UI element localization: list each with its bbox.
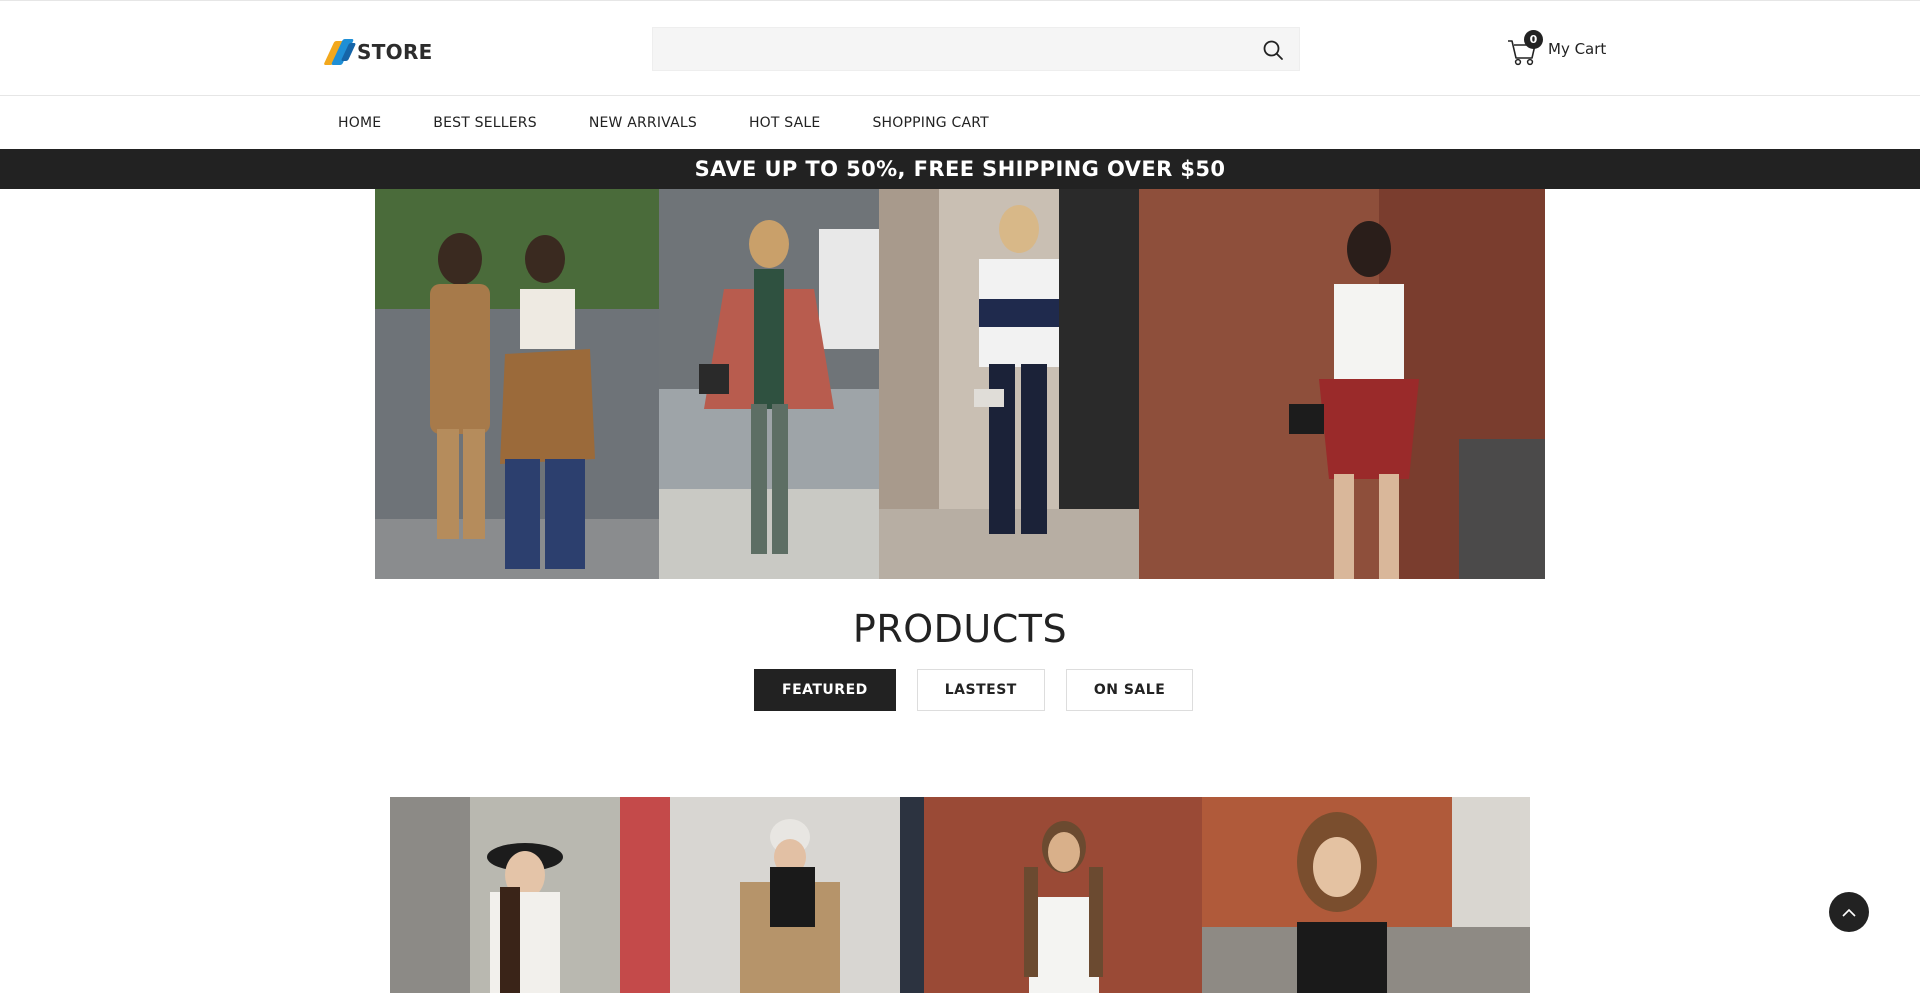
hero-photo-1 (375, 189, 659, 579)
search-input[interactable] (653, 28, 1299, 70)
product-image-3[interactable] (924, 797, 1202, 993)
tab-featured[interactable]: FEATURED (754, 669, 896, 711)
product-image-1[interactable] (390, 797, 670, 993)
product-image-4[interactable] (1202, 797, 1530, 993)
hero-photo-3 (879, 189, 1139, 579)
main-nav: HOME BEST SELLERS NEW ARRIVALS HOT SALE … (0, 96, 1920, 149)
cart-count-badge: 0 (1524, 30, 1543, 49)
hero-banner[interactable] (375, 189, 1545, 579)
store-logo[interactable]: STORE (323, 37, 433, 67)
promo-banner: SAVE UP TO 50%, FREE SHIPPING OVER $50 (0, 149, 1920, 189)
tab-on-sale[interactable]: ON SALE (1065, 669, 1194, 711)
nav-item-best-sellers[interactable]: BEST SELLERS (433, 115, 537, 131)
product-image-2[interactable] (670, 797, 924, 993)
products-title: PRODUCTS (852, 607, 1068, 651)
hero-photo-4 (1139, 189, 1545, 579)
nav-item-new-arrivals[interactable]: NEW ARRIVALS (589, 115, 697, 131)
cart-label: My Cart (1548, 40, 1607, 58)
nav-item-hot-sale[interactable]: HOT SALE (749, 115, 821, 131)
cart-button[interactable]: 0 My Cart (1506, 29, 1606, 69)
site-header: STORE 0 My Cart (0, 0, 1920, 96)
hero-photo-2 (659, 189, 879, 579)
search-bar (652, 27, 1300, 71)
logo-mark-icon (323, 39, 357, 65)
nav-item-shopping-cart[interactable]: SHOPPING CART (872, 115, 988, 131)
search-icon[interactable] (1261, 38, 1285, 62)
nav-item-home[interactable]: HOME (338, 115, 381, 131)
product-tabs: FEATURED LASTEST ON SALE (754, 669, 1214, 711)
chevron-up-icon (1842, 908, 1856, 917)
product-grid (390, 797, 1530, 993)
back-to-top-button[interactable] (1829, 892, 1869, 932)
cart-icon: 0 (1506, 30, 1543, 66)
logo-text: STORE (357, 40, 433, 64)
tab-lastest[interactable]: LASTEST (916, 669, 1045, 711)
